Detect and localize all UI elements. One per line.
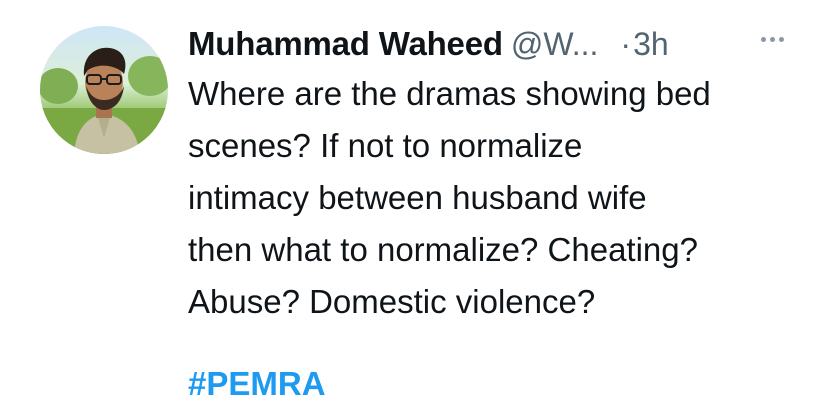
ellipsis-icon xyxy=(778,36,784,42)
tweet-header: Muhammad Waheed @W... · 3h xyxy=(188,22,798,66)
more-options-button[interactable] xyxy=(752,24,792,54)
tweet-text-line: then what to normalize? Cheating? xyxy=(188,231,698,268)
ellipsis-icon xyxy=(760,36,766,42)
tweet-text: Where are the dramas showing bed scenes?… xyxy=(188,68,808,328)
tweet-timestamp[interactable]: 3h xyxy=(633,26,669,63)
author-handle[interactable]: @W... xyxy=(511,26,599,63)
author-name[interactable]: Muhammad Waheed xyxy=(188,25,503,63)
avatar-photo-icon xyxy=(40,47,168,154)
separator-dot: · xyxy=(620,25,632,62)
ellipsis-icon xyxy=(769,36,775,42)
tweet-card[interactable]: Muhammad Waheed @W... · 3h Where are the… xyxy=(0,0,828,412)
tweet-text-line: scenes? If not to normalize xyxy=(188,127,583,164)
tweet-text-line: Where are the dramas showing bed xyxy=(188,75,711,112)
tweet-text-line: Abuse? Domestic violence? xyxy=(188,283,596,320)
hashtag-link[interactable]: #PEMRA xyxy=(188,358,326,410)
tweet-text-line: intimacy between husband wife xyxy=(188,179,647,216)
author-avatar[interactable] xyxy=(40,26,168,154)
